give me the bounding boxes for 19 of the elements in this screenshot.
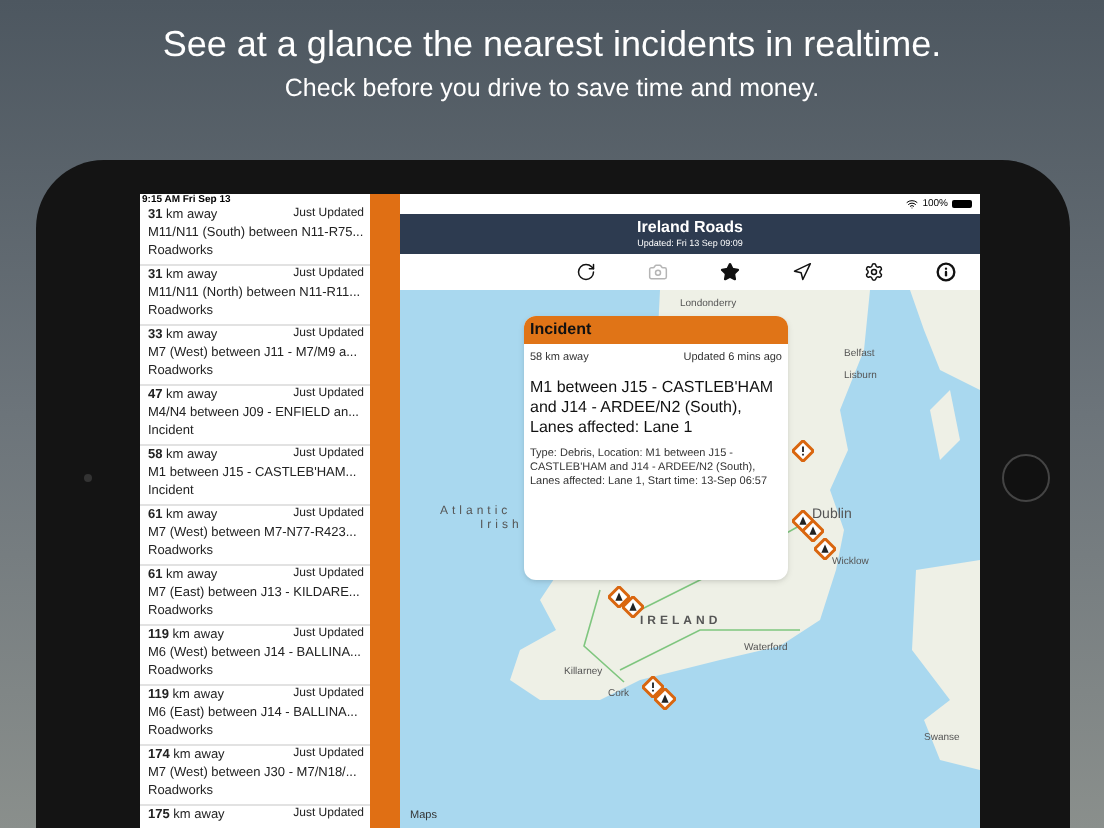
warning-pin-icon[interactable] — [622, 596, 644, 618]
settings-icon[interactable] — [864, 262, 884, 282]
subheadline: Check before you drive to save time and money. — [284, 72, 820, 104]
battery-icon — [952, 200, 972, 208]
navigation-arrow-icon[interactable] — [792, 262, 812, 282]
wifi-icon — [906, 198, 919, 210]
info-icon[interactable] — [936, 262, 956, 282]
warning-pin-icon[interactable] — [654, 688, 676, 710]
warning-pin-icon[interactable] — [642, 676, 664, 698]
star-icon[interactable] — [720, 262, 740, 282]
warning-pin-icon[interactable] — [802, 520, 824, 542]
warning-pin-icon[interactable] — [792, 440, 814, 462]
app-title: Ireland Roads — [637, 218, 743, 238]
refresh-icon[interactable] — [576, 262, 596, 282]
popup-title: M1 between J15 - CASTLEB'HAM and J14 - ARDEE/N2 (South), Lanes affected: Lane 1 — [528, 376, 776, 438]
warning-pin-icon[interactable] — [814, 538, 836, 560]
warning-pin-icon[interactable] — [608, 586, 630, 608]
popup-heading: Incident — [530, 318, 592, 342]
headline: See at a glance the nearest incidents in realtime. — [162, 22, 942, 66]
